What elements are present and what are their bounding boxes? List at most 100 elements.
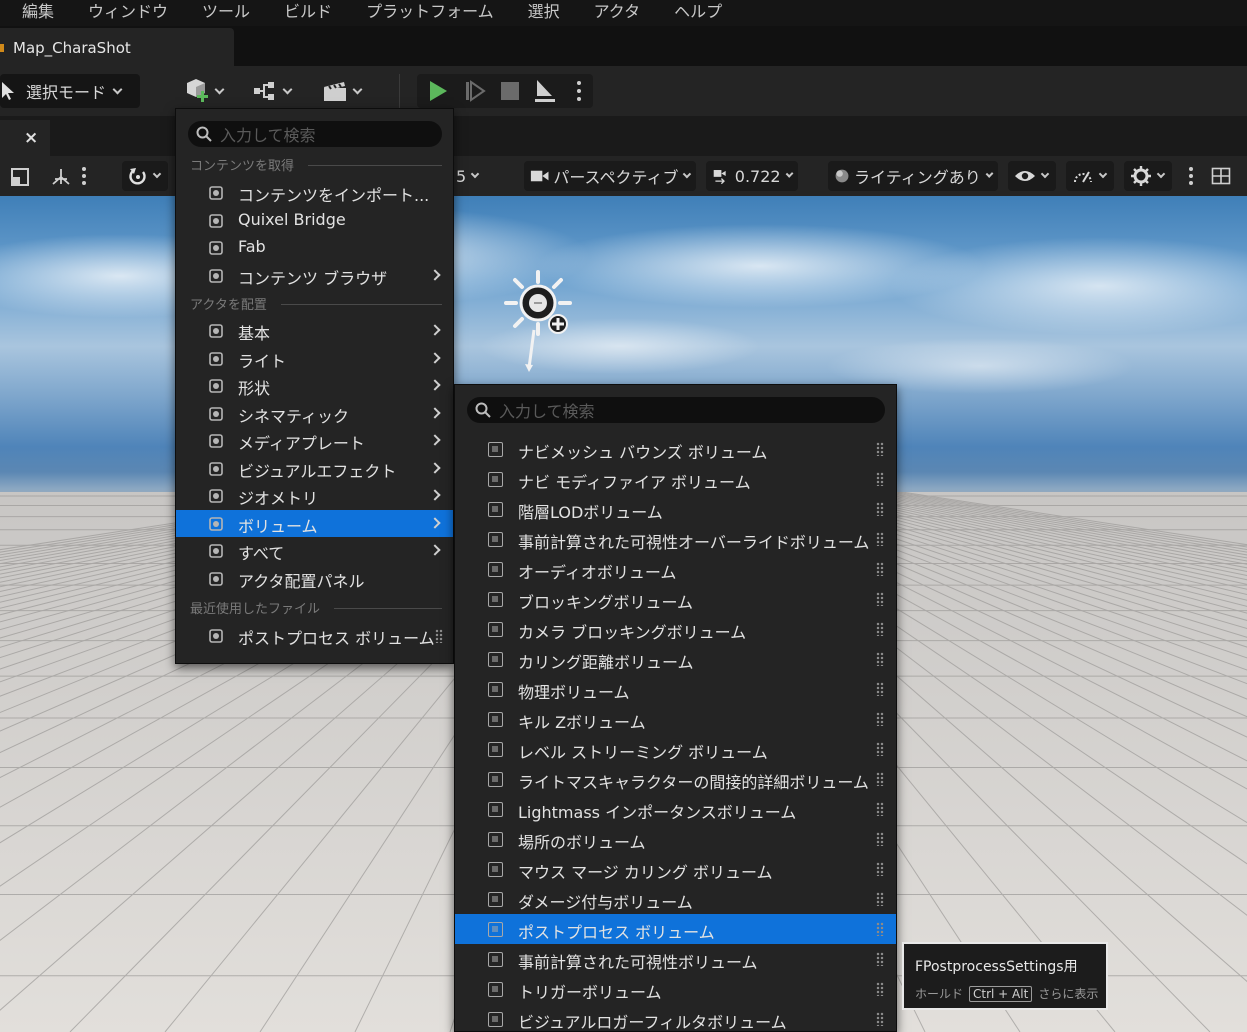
volume-menu-item[interactable]: トリガーボリューム [455, 974, 896, 1004]
menu-item-visual-effects[interactable]: ビジュアルエフェクト [176, 455, 453, 482]
place-menu-search-input[interactable]: 入力して検索 [188, 121, 442, 147]
section-recent: 最近使用したファイル [190, 598, 442, 617]
drag-handle-icon[interactable] [876, 922, 884, 936]
eject-icon[interactable] [532, 78, 558, 104]
volume-menu-item[interactable]: ナビメッシュ バウンズ ボリューム [455, 434, 896, 464]
menu-item-content-browser[interactable]: コンテンツ ブラウザ [176, 262, 453, 289]
viewport-layout-icon[interactable] [10, 167, 30, 187]
volume-menu-item[interactable]: ライトマスキャラクターの間接的詳細ボリューム [455, 764, 896, 794]
volume-icon [488, 532, 503, 547]
volume-menu-item[interactable]: ポストプロセス ボリューム [455, 914, 896, 944]
viewport-settings-dropdown[interactable] [1124, 161, 1172, 191]
menu-item-volume[interactable]: ボリューム [176, 509, 453, 537]
cinematics-button[interactable] [322, 74, 370, 108]
chevron-right-icon [429, 544, 441, 556]
more-options-icon[interactable] [575, 78, 583, 104]
view-mode-dropdown[interactable]: ライティングあり [828, 161, 998, 191]
volume-menu-item[interactable]: 階層LODボリューム [455, 494, 896, 524]
menu-item[interactable]: ウィンドウ [68, 0, 182, 22]
volume-menu-item[interactable]: ビジュアルロガーフィルタボリューム [455, 1004, 896, 1032]
menu-item-geometry[interactable]: ジオメトリ [176, 482, 453, 509]
drag-handle-icon[interactable] [876, 862, 884, 876]
menu-item-cinematic[interactable]: シネマティック [176, 400, 453, 427]
drag-handle-icon[interactable] [876, 652, 884, 666]
menu-item-basic[interactable]: 基本 [176, 317, 453, 344]
viewport-grid-layout-icon[interactable] [1211, 166, 1231, 186]
drag-handle-icon[interactable] [876, 982, 884, 996]
menu-item[interactable]: 編集 [0, 0, 68, 22]
menu-item-label: コンテンツ ブラウザ [238, 268, 388, 288]
camera-speed-dropdown[interactable]: 0.722 [706, 161, 798, 191]
volume-search-input[interactable]: 入力して検索 [467, 397, 885, 423]
play-icon[interactable] [426, 79, 450, 103]
menu-item-bridge[interactable]: Quixel Bridge [176, 207, 453, 234]
volume-menu-item[interactable]: ブロッキングボリューム [455, 584, 896, 614]
drag-handle-icon[interactable] [876, 532, 884, 546]
scale-snap-dropdown[interactable]: 5 [454, 161, 484, 191]
volume-menu-item[interactable]: レベル ストリーミング ボリューム [455, 734, 896, 764]
menu-item[interactable]: アクタ [574, 0, 655, 22]
menu-item-all-classes[interactable]: すべて [176, 537, 453, 564]
menu-item[interactable]: ツール [182, 0, 264, 22]
directional-light-icon[interactable] [500, 268, 580, 378]
blueprint-button[interactable] [252, 74, 300, 108]
drag-handle-icon[interactable] [876, 622, 884, 636]
drag-handle-icon[interactable] [876, 832, 884, 846]
drag-handle-icon[interactable] [876, 712, 884, 726]
performance-scalability-dropdown[interactable] [1066, 161, 1114, 191]
volume-menu-item[interactable]: ダメージ付与ボリューム [455, 884, 896, 914]
menu-item[interactable]: ヘルプ [654, 0, 736, 22]
advance-frame-icon[interactable] [463, 79, 487, 103]
drag-handle-icon[interactable] [876, 472, 884, 486]
volume-menu-item[interactable]: Lightmass インポータンスボリューム [455, 794, 896, 824]
viewport-tab[interactable]: × [0, 120, 50, 156]
perspective-dropdown[interactable]: パースペクティブ [524, 161, 696, 191]
mode-select-dropdown[interactable]: 選択モード [0, 74, 140, 108]
menu-item-media-plate[interactable]: メディアプレート [176, 427, 453, 454]
menu-item[interactable]: プラットフォーム [346, 0, 508, 22]
level-tab[interactable]: Map_CharaShot [0, 28, 234, 66]
menu-item-place-actors-panel[interactable]: アクタ配置パネル [176, 565, 453, 592]
menu-item[interactable]: 選択 [508, 0, 574, 22]
volume-menu-item[interactable]: カメラ ブロッキングボリューム [455, 614, 896, 644]
transform-gizmo-icon[interactable] [50, 167, 72, 187]
menu-item-import[interactable]: コンテンツをインポート... [176, 179, 453, 206]
stop-icon[interactable] [498, 79, 522, 103]
volume-menu-item-label: ポストプロセス ボリューム [518, 923, 715, 942]
menu-item-shapes[interactable]: 形状 [176, 372, 453, 399]
chevron-down-icon [282, 84, 293, 94]
volume-menu-item[interactable]: 事前計算された可視性ボリューム [455, 944, 896, 974]
drag-handle-icon[interactable] [876, 772, 884, 786]
drag-handle-icon[interactable] [876, 592, 884, 606]
drag-handle-icon[interactable] [876, 952, 884, 966]
volume-menu-item[interactable]: オーディオボリューム [455, 554, 896, 584]
drag-handle-icon[interactable] [876, 742, 884, 756]
volume-menu-item[interactable]: 事前計算された可視性オーバーライドボリューム [455, 524, 896, 554]
drag-handle-icon[interactable] [876, 562, 884, 576]
volume-menu-item[interactable]: 場所のボリューム [455, 824, 896, 854]
drag-handle-icon[interactable] [876, 892, 884, 906]
volume-menu-item[interactable]: キル Zボリューム [455, 704, 896, 734]
drag-handle-icon[interactable] [876, 682, 884, 696]
volume-menu-item[interactable]: 物理ボリューム [455, 674, 896, 704]
drag-handle-icon[interactable] [435, 629, 443, 643]
drag-handle-icon[interactable] [876, 442, 884, 456]
volume-menu-item[interactable]: ナビ モディファイア ボリューム [455, 464, 896, 494]
drag-handle-icon[interactable] [876, 802, 884, 816]
menu-item-light-bulb[interactable]: ライト [176, 345, 453, 372]
menu-item-fab[interactable]: Fab [176, 234, 453, 261]
more-options-icon[interactable] [1187, 165, 1195, 187]
add-actor-button[interactable] [184, 74, 232, 108]
more-options-icon[interactable] [80, 165, 88, 187]
close-icon[interactable]: × [24, 128, 38, 148]
volume-menu-item-label: ビジュアルロガーフィルタボリューム [518, 1013, 787, 1032]
volume-menu-item[interactable]: マウス マージ カリング ボリューム [455, 854, 896, 884]
volume-menu-item[interactable]: カリング距離ボリューム [455, 644, 896, 674]
menu-item[interactable]: ビルド [264, 0, 346, 22]
menu-item-post-process-volume[interactable]: ポストプロセス ボリューム [176, 622, 453, 649]
rotation-snap-dropdown[interactable] [122, 161, 168, 191]
show-flags-dropdown[interactable] [1008, 161, 1056, 191]
drag-handle-icon[interactable] [876, 1012, 884, 1026]
import-icon [209, 186, 223, 200]
drag-handle-icon[interactable] [876, 502, 884, 516]
